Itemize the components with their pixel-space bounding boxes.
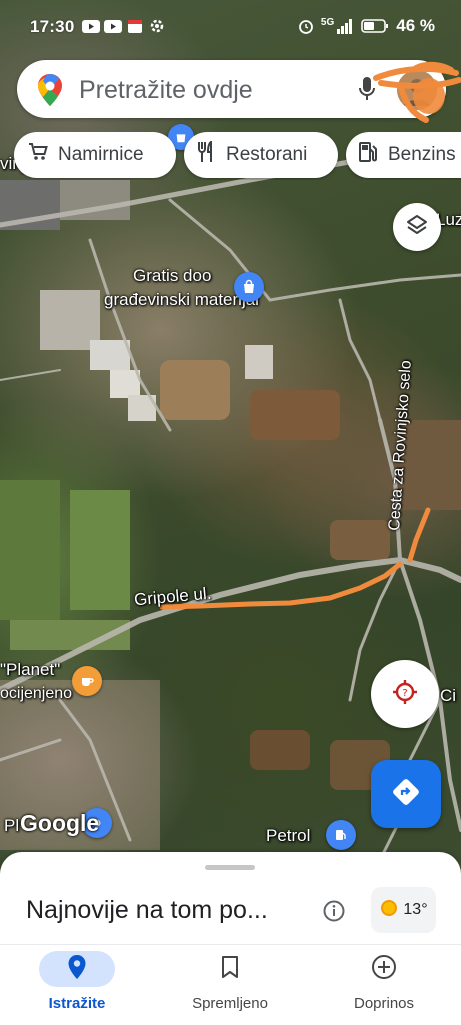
chip-label: Restorani	[226, 144, 308, 165]
map-label-place: Pl	[4, 816, 20, 835]
sheet-title[interactable]: Najnovije na tom po...	[26, 896, 268, 925]
youtube-icon	[104, 18, 122, 34]
google-attribution: Google	[20, 810, 100, 836]
alarm-icon	[297, 18, 315, 34]
cafe-pin-icon[interactable]	[72, 666, 102, 696]
sun-icon	[379, 898, 399, 923]
cart-icon	[28, 142, 58, 168]
battery-icon	[360, 18, 390, 34]
network-type: 5G	[320, 16, 335, 28]
info-icon[interactable]	[322, 899, 346, 928]
nav-icon-wrap	[192, 951, 268, 987]
chip-gas-stations[interactable]: Benzins	[346, 132, 461, 178]
bookmark-icon	[221, 955, 239, 984]
nav-label: Istražite	[48, 995, 106, 1012]
fork-knife-icon	[196, 140, 226, 169]
search-input[interactable]: Pretražite ovdje	[79, 76, 253, 105]
layers-icon	[405, 213, 429, 242]
signal-icon	[336, 18, 354, 34]
directions-button[interactable]	[371, 760, 441, 828]
map-label-place[interactable]: Petrol	[266, 826, 310, 846]
layers-button[interactable]	[393, 203, 441, 251]
avatar-scribble	[373, 61, 461, 123]
chip-label: Namirnice	[58, 144, 144, 165]
active-pill	[39, 951, 115, 987]
chip-label: Benzins	[388, 144, 456, 165]
sheet-drag-handle[interactable]	[205, 865, 255, 870]
shopping-bag-pin-icon[interactable]	[234, 272, 264, 302]
status-bar: 17:30 5G 46 %	[0, 0, 461, 52]
temperature: 13°	[403, 901, 428, 918]
status-time: 17:30	[30, 17, 75, 36]
my-location-button[interactable]: ?	[371, 660, 439, 728]
bottom-navigation: Istražite Spremljeno Doprinos	[0, 944, 461, 1025]
add-circle-icon	[371, 954, 397, 985]
settings-icon	[148, 18, 166, 34]
category-chips: Namirnice Restorani Benzins	[0, 132, 461, 180]
nav-explore[interactable]: Istražite	[2, 945, 152, 1025]
location-icon: ?	[391, 678, 419, 711]
directions-icon	[391, 777, 421, 812]
chip-groceries[interactable]: Namirnice	[14, 132, 176, 178]
calendar-icon	[126, 18, 144, 34]
battery-percent: 46 %	[396, 16, 435, 35]
map-label-place: Ci	[440, 686, 457, 705]
map-label-place-subtitle: ocijenjeno	[0, 685, 73, 702]
explore-pin-icon	[67, 954, 87, 985]
bottom-sheet[interactable]: Najnovije na tom po... 13°	[0, 852, 461, 952]
chip-restaurants[interactable]: Restorani	[184, 132, 338, 178]
nav-label: Spremljeno	[192, 995, 268, 1012]
fuel-pin-icon[interactable]	[326, 820, 356, 850]
svg-text:?: ?	[402, 688, 407, 699]
nav-label: Doprinos	[353, 995, 415, 1012]
map-label-business[interactable]: Gratis doo	[133, 266, 211, 286]
weather-chip[interactable]: 13°	[371, 887, 436, 933]
fuel-pump-icon	[358, 141, 388, 169]
nav-saved[interactable]: Spremljeno	[155, 945, 305, 1025]
youtube-icon	[82, 18, 100, 34]
nav-contribute[interactable]: Doprinos	[309, 945, 459, 1025]
map-label-place[interactable]: "Planet"	[0, 660, 60, 680]
nav-icon-wrap	[346, 951, 422, 987]
maps-pin-logo-icon	[37, 74, 63, 111]
